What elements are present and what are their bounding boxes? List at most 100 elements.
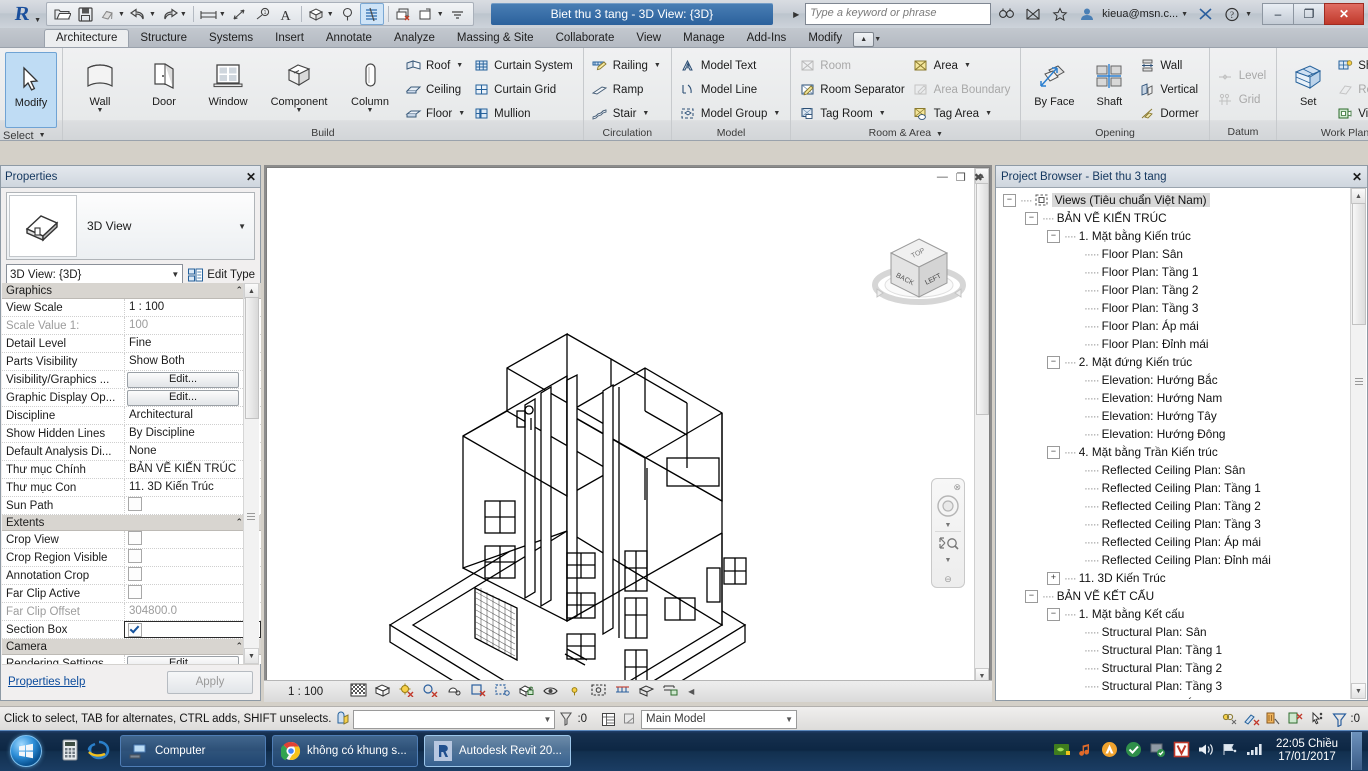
floor-button[interactable]: Floor ▼ (402, 102, 470, 125)
filter-icon[interactable] (1328, 710, 1350, 728)
view-close-button[interactable]: ✖ (974, 171, 983, 184)
zoom-icon[interactable] (936, 534, 960, 557)
network-drive-icon[interactable] (1149, 741, 1166, 761)
autodesk-app-manager-icon[interactable] (1101, 741, 1118, 761)
project-browser-scrollbar[interactable]: ▲ ▼ (1350, 188, 1366, 699)
set-workplane-button[interactable]: Set (1282, 52, 1334, 108)
tree-item[interactable]: ·····Structural Plan: Áp mái (997, 695, 1350, 699)
property-row[interactable]: Show Hidden Lines By Discipline (2, 424, 261, 443)
tab-architecture[interactable]: Architecture (44, 29, 130, 47)
network-signal-icon[interactable] (1245, 742, 1263, 760)
collapse-node-icon[interactable]: − (1047, 355, 1060, 369)
property-row[interactable]: Section Box (2, 621, 261, 639)
exclude-from-selection-icon[interactable] (1284, 710, 1306, 728)
tree-item[interactable]: − ···· Views (Tiêu chuẩn Việt Nam) (997, 191, 1350, 209)
chevron-down-icon[interactable]: ▼ (296, 107, 303, 114)
property-value[interactable]: 11. 3D Kiến Trúc (124, 478, 261, 497)
analytical-model-icon[interactable] (614, 683, 631, 700)
tree-item[interactable]: ····· Floor Plan: Áp mái (997, 317, 1350, 335)
tree-item[interactable]: − ···· BẢN VẼ KẾT CẤU (997, 587, 1350, 605)
tab-systems[interactable]: Systems (198, 29, 264, 47)
close-button[interactable]: ✕ (1324, 3, 1364, 25)
tree-item[interactable]: + ···· 11. 3D Kiến Trúc (997, 569, 1350, 587)
chevron-down-icon[interactable]: ▼ (39, 128, 46, 144)
qat-customize-icon[interactable] (447, 4, 469, 24)
chevron-down-icon[interactable]: ▼ (785, 715, 796, 724)
tree-item[interactable]: ····· Floor Plan: Tầng 1 (997, 263, 1350, 281)
railing-button[interactable]: Railing ▼ (589, 54, 666, 77)
mullion-button[interactable]: Mullion (470, 102, 578, 125)
tree-item[interactable]: − ···· 2. Mặt đứng Kiến trúc (997, 353, 1350, 371)
taskbar-button-chrome[interactable]: không có khung s... (272, 735, 418, 767)
application-menu-button[interactable]: R ▼ (0, 0, 44, 28)
opening-wall-button[interactable]: Wall (1136, 54, 1203, 77)
tree-item[interactable]: ····· Reflected Ceiling Plan: Tầng 2 (997, 497, 1350, 515)
scrollbar-thumb[interactable] (245, 297, 259, 419)
tag-area-button[interactable]: Tag Area ▼ (910, 102, 1016, 125)
graphic-display-options-edit-button[interactable]: Edit... (127, 389, 239, 406)
schedule-icon[interactable] (597, 710, 619, 728)
property-row[interactable]: Visibility/Graphics ... Edit... (2, 370, 261, 389)
temporary-hide-isolate-icon[interactable] (542, 683, 559, 700)
tree-item[interactable]: ····· Elevation: Hướng Đông (997, 425, 1350, 443)
by-face-button[interactable]: By Face (1026, 52, 1082, 108)
workset-selector[interactable]: Main Model ▼ (641, 709, 798, 729)
collapse-node-icon[interactable]: − (1025, 589, 1038, 603)
navbar-close-icon[interactable]: ⊗ (953, 482, 964, 493)
chevron-down-icon[interactable]: ▼ (879, 110, 886, 117)
modify-button[interactable]: Modify (5, 52, 57, 128)
save-icon[interactable] (74, 4, 96, 24)
taskbar-button-revit[interactable]: Autodesk Revit 20... (424, 735, 571, 767)
visibility-graphics-edit-button[interactable]: Edit... (127, 371, 239, 388)
close-hidden-windows-icon[interactable] (393, 4, 415, 24)
curtain-grid-button[interactable]: Curtain Grid (470, 78, 578, 101)
chevron-down-icon[interactable]: ▼ (97, 107, 104, 114)
tab-add-ins[interactable]: Add-Ins (736, 29, 798, 47)
music-icon[interactable] (1078, 742, 1094, 761)
chevron-down-icon[interactable]: ▼ (458, 110, 465, 117)
show-workplane-button[interactable]: Show (1334, 54, 1368, 77)
temporary-view-properties-icon[interactable] (590, 683, 607, 700)
property-value[interactable]: Architectural (124, 406, 261, 425)
property-value[interactable]: None (124, 442, 261, 461)
ramp-button[interactable]: Ramp (589, 78, 666, 101)
stair-button[interactable]: Stair ▼ (589, 102, 666, 125)
detail-level-icon[interactable] (350, 683, 367, 700)
chevron-up-icon[interactable]: ⌃ (235, 641, 243, 652)
chevron-down-icon[interactable]: ▼ (118, 11, 127, 18)
model-line-button[interactable]: Model Line (677, 78, 785, 101)
undo-icon[interactable] (128, 4, 150, 24)
show-desktop-button[interactable] (1351, 732, 1362, 770)
user-account-label[interactable]: kieua@msn.c... (1102, 8, 1180, 20)
collapse-node-icon[interactable]: − (1047, 445, 1060, 459)
chevron-down-icon[interactable]: ▼ (1245, 11, 1254, 18)
shaft-button[interactable]: Shaft (1082, 52, 1136, 108)
chevron-right-icon[interactable]: ▶ (790, 10, 802, 19)
tab-insert[interactable]: Insert (264, 29, 315, 47)
grid-button[interactable]: Grid (1215, 88, 1272, 111)
restore-button[interactable]: ❐ (1293, 3, 1324, 25)
chevron-left-icon[interactable]: ◀ (688, 687, 694, 696)
scroll-down-icon[interactable]: ▼ (1351, 683, 1366, 699)
scroll-up-icon[interactable]: ▲ (1351, 188, 1366, 204)
wall-button[interactable]: Wall ▼ (68, 52, 132, 114)
curtain-system-button[interactable]: Curtain System (470, 54, 578, 77)
tree-item[interactable]: ····· Floor Plan: Sân (997, 245, 1350, 263)
property-group-camera[interactable]: Camera ⌃ (2, 639, 261, 655)
tree-item[interactable]: − ···· 1. Mặt bằng Kết cấu (997, 605, 1350, 623)
tree-item[interactable]: ····· Reflected Ceiling Plan: Sân (997, 461, 1350, 479)
open-icon[interactable] (51, 4, 73, 24)
roof-button[interactable]: Roof ▼ (402, 54, 470, 77)
view-scale-label[interactable]: 1 : 100 (288, 686, 323, 698)
tree-item[interactable]: ····· Elevation: Hướng Tây (997, 407, 1350, 425)
ref-plane-button[interactable]: Ref Plane (1334, 78, 1368, 101)
visual-style-icon[interactable] (374, 683, 391, 700)
favorites-star-icon[interactable] (1048, 3, 1072, 25)
expand-node-icon[interactable]: + (1047, 571, 1060, 585)
tree-item[interactable]: ····· Floor Plan: Tầng 2 (997, 281, 1350, 299)
dormer-button[interactable]: Dormer (1136, 102, 1203, 125)
action-center-flag-icon[interactable] (1221, 742, 1238, 760)
property-row[interactable]: Thư mục Chính BẢN VẼ KIẾN TRÚC (2, 460, 261, 479)
scroll-down-icon[interactable]: ▼ (244, 648, 259, 664)
calculator-icon[interactable] (60, 738, 80, 765)
